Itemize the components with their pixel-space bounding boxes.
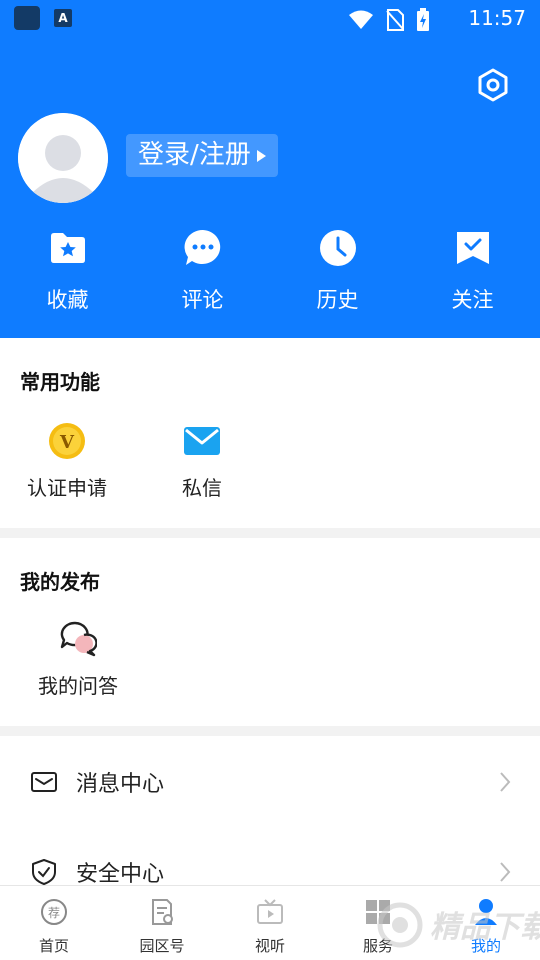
quick-action-label: 关注 (451, 288, 494, 312)
chevron-right-icon (500, 862, 511, 882)
tab-label: 首页 (38, 937, 69, 955)
quick-action-label: 收藏 (46, 288, 89, 312)
tab-media[interactable]: 视听 (216, 886, 324, 960)
section-title: 我的发布 (20, 570, 100, 594)
history-clock-icon (319, 230, 356, 266)
tab-park-account[interactable]: 园区号 (108, 886, 216, 960)
status-time: 11:57 (468, 6, 526, 30)
login-register-button[interactable]: 登录/注册 (126, 134, 278, 177)
default-avatar-icon (18, 113, 108, 203)
section-title: 常用功能 (20, 370, 100, 394)
feature-private-message[interactable]: 私信 (147, 422, 257, 501)
status-icons (348, 8, 430, 32)
feature-label: 我的问答 (38, 674, 118, 698)
login-register-label: 登录/注册 (138, 140, 251, 170)
verify-v-icon: V (49, 423, 85, 459)
menu-list: 消息中心 安全中心 (0, 736, 540, 887)
feature-label: 私信 (182, 476, 222, 500)
quick-action-favorites[interactable]: 收藏 (0, 228, 135, 314)
quick-action-label: 评论 (181, 288, 224, 312)
svg-text:V: V (59, 432, 75, 453)
settings-hexagon-icon[interactable] (476, 68, 510, 102)
qa-bubbles-icon (60, 621, 97, 657)
battery-charging-icon (417, 8, 429, 31)
menu-row-label: 安全中心 (76, 862, 165, 887)
common-functions-card: 常用功能 V 认证申请 私信 (0, 338, 540, 528)
shield-check-icon (32, 859, 56, 885)
favorites-folder-icon (50, 233, 85, 263)
menu-row-message-center[interactable]: 消息中心 (0, 738, 540, 826)
comment-bubble-icon (184, 229, 220, 265)
play-arrow-icon (256, 149, 266, 162)
watermark-circle-icon: 精品下载 (377, 902, 540, 948)
no-sim-icon (386, 9, 404, 31)
quick-actions: 收藏 评论 历史 关注 (0, 228, 540, 314)
quick-action-comments[interactable]: 评论 (135, 228, 270, 314)
watermark-logo: 精品下载 (372, 893, 540, 957)
watermark-text: 精品下载 (430, 910, 540, 945)
feature-label: 认证申请 (27, 476, 107, 500)
message-envelope-icon (31, 772, 57, 792)
feature-verify[interactable]: V 认证申请 (12, 422, 122, 501)
status-bar: A 11:57 (0, 0, 540, 36)
my-posts-card: 我的发布 我的问答 (0, 538, 540, 726)
avatar[interactable] (18, 113, 108, 203)
menu-row-label: 消息中心 (76, 772, 165, 797)
mail-icon (184, 427, 220, 455)
feature-my-qa[interactable]: 我的问答 (23, 620, 133, 699)
tv-play-icon (257, 899, 283, 924)
quick-action-label: 历史 (316, 288, 359, 312)
quick-action-history[interactable]: 历史 (270, 228, 405, 314)
chevron-right-icon (500, 772, 511, 792)
park-account-icon (152, 899, 173, 925)
tab-label: 园区号 (139, 937, 185, 955)
home-recommend-icon: 荐 (41, 899, 67, 925)
tab-label: 视听 (254, 937, 285, 955)
profile-header: 登录/注册 收藏 评论 历史 关注 (0, 36, 540, 338)
tab-home[interactable]: 荐 首页 (0, 886, 108, 960)
wifi-icon (349, 10, 373, 29)
svg-text:荐: 荐 (48, 906, 60, 920)
text-app-icon: A (54, 9, 72, 27)
follow-bookmark-icon (456, 232, 489, 264)
quick-action-follow[interactable]: 关注 (405, 228, 540, 314)
app-icon (14, 6, 40, 30)
